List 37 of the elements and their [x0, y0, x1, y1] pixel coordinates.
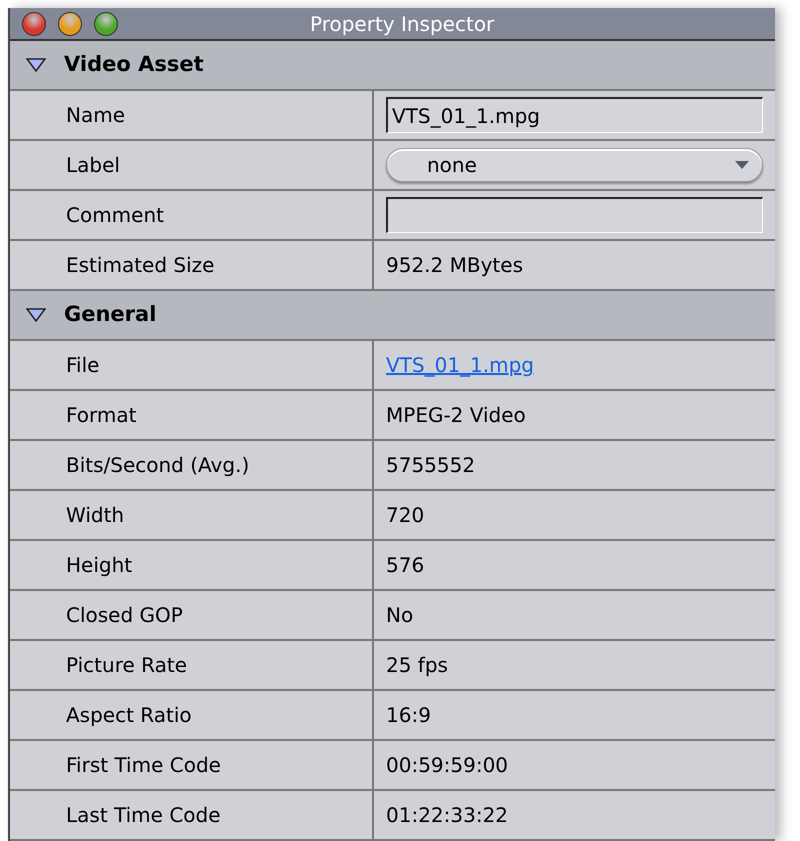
property-label: Width	[66, 502, 124, 529]
property-label: Name	[66, 102, 126, 129]
caret-icon	[734, 160, 750, 170]
section-header[interactable]: Video Asset	[10, 41, 775, 91]
property-value: 01:22:33:22	[386, 803, 508, 827]
property-value: 16:9	[386, 703, 431, 727]
property-label: Picture Rate	[66, 652, 187, 679]
zoom-button[interactable]	[94, 12, 118, 36]
property-label: Height	[66, 552, 132, 579]
label-dropdown[interactable]: none	[386, 148, 763, 182]
property-value: 952.2 MBytes	[386, 253, 523, 277]
property-label: Format	[66, 402, 136, 429]
close-button[interactable]	[22, 12, 46, 36]
property-value: MPEG-2 Video	[386, 403, 526, 427]
property-value: 25 fps	[386, 653, 448, 677]
property-value: 00:59:59:00	[386, 753, 508, 777]
property-label: Aspect Ratio	[66, 702, 192, 729]
text-field[interactable]	[386, 197, 763, 233]
property-value: 720	[386, 503, 424, 527]
property-label: Comment	[66, 202, 164, 229]
property-label: File	[66, 352, 100, 379]
disclosure-triangle-icon	[26, 58, 46, 72]
minimize-button[interactable]	[58, 12, 82, 36]
property-label: Closed GOP	[66, 602, 183, 629]
disclosure-triangle-icon	[26, 308, 46, 322]
section-header[interactable]: General	[10, 291, 775, 341]
property-label: Label	[66, 152, 120, 179]
property-label: First Time Code	[66, 752, 221, 779]
property-label: Bits/Second (Avg.)	[66, 452, 250, 479]
property-value: No	[386, 603, 414, 627]
property-value: 5755552	[386, 453, 476, 477]
window-title: Property Inspector	[310, 10, 494, 38]
property-value: 576	[386, 553, 424, 577]
text-field[interactable]: VTS_01_1.mpg	[386, 97, 763, 133]
property-label: Last Time Code	[66, 802, 221, 829]
file-link[interactable]: VTS_01_1.mpg	[386, 353, 534, 377]
property-label: Estimated Size	[66, 252, 214, 279]
